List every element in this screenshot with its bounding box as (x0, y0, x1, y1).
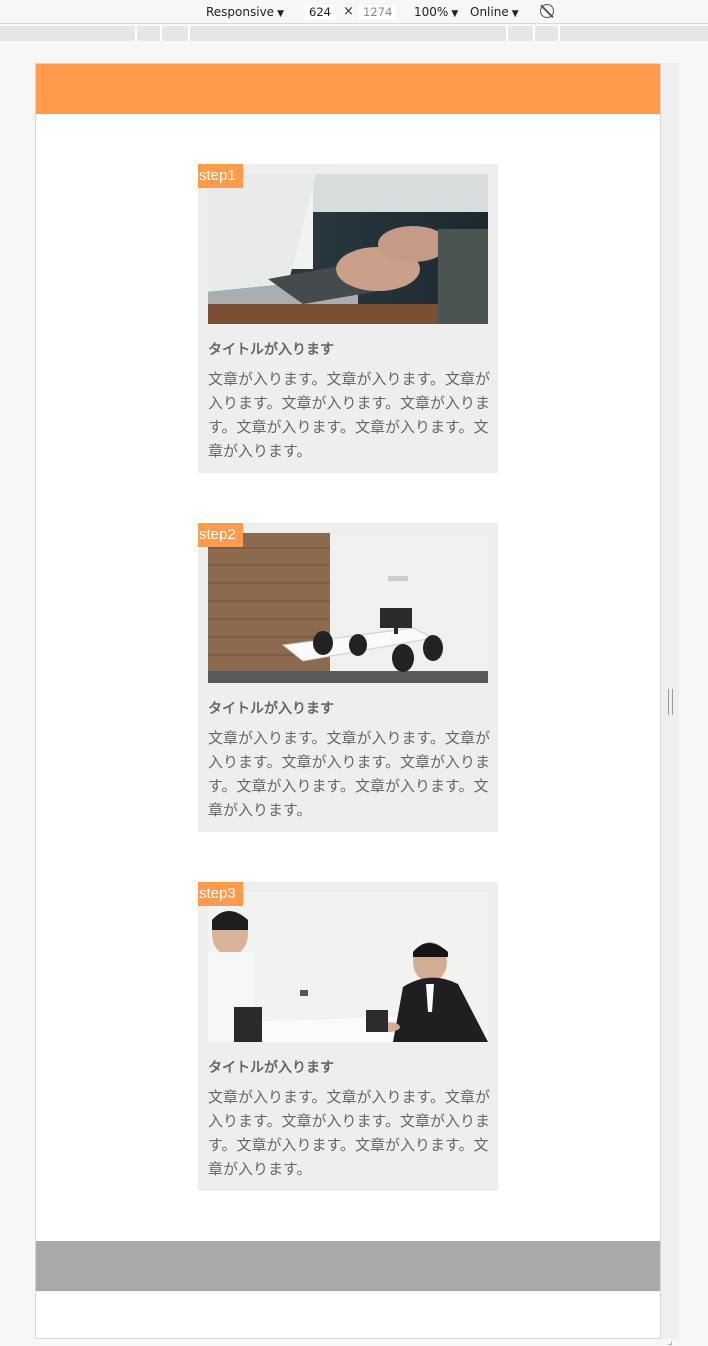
chevron-down-icon: ▼ (511, 9, 519, 19)
viewport-width-input[interactable]: 624 (305, 5, 335, 19)
card-title: タイトルが入ります (208, 701, 334, 717)
step-label: step1 (198, 164, 243, 188)
chevron-down-icon: ▼ (451, 9, 459, 19)
card-text: 文章が入ります。文章が入ります。文章が入ります。文章が入ります。文章が入ります。… (208, 729, 491, 819)
media-query-marker[interactable] (558, 26, 560, 41)
interview-photo (208, 892, 488, 1042)
rotate-icon[interactable] (540, 4, 554, 18)
viewport-resize-handle[interactable] (668, 689, 673, 715)
media-query-marker[interactable] (135, 26, 137, 41)
site-footer (36, 1241, 660, 1291)
media-query-marker[interactable] (533, 26, 535, 41)
media-query-bar[interactable] (0, 26, 708, 41)
network-label: Online (470, 5, 509, 19)
step-card: step1 タイトルが入ります 文章が入ります。文章が入ります。文章が入ります。… (198, 164, 498, 473)
meeting-room-photo (208, 533, 488, 683)
step-label: step3 (198, 882, 243, 906)
step-label: step2 (198, 523, 243, 547)
device-viewport: step1 タイトルが入ります 文章が入ります。文章が入ります。文章が入ります。… (35, 63, 661, 1339)
step-card: step3 タイトルが入ります 文章が入ります。文章が入ります。文章が入ります。… (198, 882, 498, 1191)
card-title: タイトルが入ります (208, 1060, 334, 1076)
zoom-select[interactable]: 100% ▼ (414, 3, 458, 21)
chevron-down-icon: ▼ (277, 9, 284, 19)
card-text: 文章が入ります。文章が入ります。文章が入ります。文章が入ります。文章が入ります。… (208, 370, 491, 460)
device-mode-select[interactable]: Responsive ▼ (206, 3, 284, 21)
laptop-typing-photo (208, 174, 488, 324)
card-text: 文章が入ります。文章が入ります。文章が入ります。文章が入ります。文章が入ります。… (208, 1088, 491, 1178)
viewport-height-input[interactable]: 1274 (359, 5, 397, 19)
corner-resize-icon[interactable]: ⌟ (668, 1336, 673, 1346)
zoom-label: 100% (414, 5, 449, 19)
dimension-separator-icon: × (343, 4, 354, 19)
card-title: タイトルが入ります (208, 342, 334, 358)
device-mode-label: Responsive (206, 5, 275, 19)
media-query-marker[interactable] (188, 26, 190, 41)
site-header (36, 64, 660, 114)
network-throttle-select[interactable]: Online ▼ (470, 3, 519, 21)
devtools-toolbar: Responsive ▼ 624 × 1274 100% ▼ Online ▼ (0, 0, 708, 24)
step-card: step2 タイトルが入ります 文章が入ります。文章が入ります。文章が入ります。… (198, 523, 498, 832)
media-query-marker[interactable] (506, 26, 508, 41)
media-query-marker[interactable] (160, 26, 162, 41)
